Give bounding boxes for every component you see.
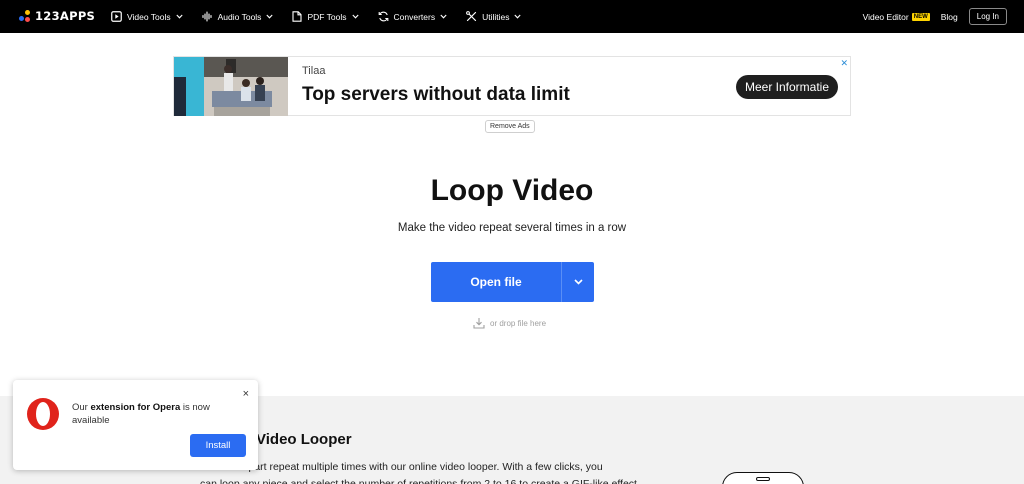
- page-subtitle: Make the video repeat several times in a…: [397, 222, 627, 234]
- nav-video-tools[interactable]: Video Tools: [111, 11, 183, 22]
- nav-utilities[interactable]: Utilities: [466, 11, 522, 22]
- popup-close-icon[interactable]: ×: [243, 388, 249, 400]
- nav-label: Utilities: [482, 11, 510, 22]
- nav-label: Video Tools: [127, 11, 171, 22]
- document-icon: [292, 11, 302, 22]
- drop-zone-hint[interactable]: or drop file here: [473, 317, 546, 329]
- popup-message: Our extension for Opera is now available: [72, 401, 232, 427]
- open-file-label: Open file: [470, 275, 522, 289]
- install-button[interactable]: Install: [190, 434, 246, 457]
- login-button[interactable]: Log In: [968, 8, 1007, 25]
- new-badge: NEW: [911, 12, 930, 21]
- chevron-down-icon: [351, 14, 359, 19]
- popup-text-bold: extension for Opera: [90, 402, 181, 413]
- section-text-line: can loop any piece and select the number…: [200, 478, 640, 484]
- popup-text-start: Our: [72, 402, 91, 413]
- ad-brand: Tilaa: [302, 65, 326, 77]
- waveform-icon: [202, 11, 212, 22]
- ad-banner[interactable]: Tilaa Top servers without data limit Mee…: [173, 56, 851, 116]
- video-editor-label: Video Editor: [862, 11, 909, 22]
- chevron-down-icon: [176, 14, 183, 19]
- opera-logo-icon: [27, 398, 59, 430]
- chevron-down-icon: [514, 14, 522, 19]
- refresh-icon: [378, 11, 388, 22]
- blog-link[interactable]: Blog: [941, 12, 958, 22]
- section-text: ideo or its part repeat multiple times w…: [200, 459, 690, 484]
- nav-converters[interactable]: Converters: [378, 11, 448, 22]
- logo[interactable]: 123APPS: [19, 9, 95, 23]
- ad-headline: Top servers without data limit: [302, 84, 570, 105]
- top-navbar: 123APPS Video Tools Audio Tools PDF Tool…: [0, 0, 1024, 33]
- nav-label: Converters: [393, 11, 436, 22]
- chevron-down-icon: [440, 14, 447, 19]
- nav-label: Audio Tools: [217, 11, 262, 22]
- section-title: Video Looper: [256, 431, 352, 448]
- main-nav: Video Tools Audio Tools PDF Tools Conver…: [111, 0, 540, 33]
- open-file-main[interactable]: Open file: [431, 262, 561, 302]
- logo-text: 123APPS: [35, 9, 96, 23]
- open-file-dropdown[interactable]: [562, 262, 594, 302]
- ad-image: [174, 57, 288, 116]
- nav-pdf-tools[interactable]: PDF Tools: [292, 11, 359, 22]
- opera-extension-popup: Our extension for Opera is now available…: [13, 380, 258, 470]
- section-text-line: ideo or its part repeat multiple times w…: [200, 461, 603, 473]
- drop-text: or drop file here: [490, 318, 547, 328]
- chevron-down-icon: [573, 279, 583, 285]
- ad-close-icon[interactable]: ✕: [840, 58, 848, 69]
- logo-dots-icon: [19, 10, 31, 22]
- nav-label: PDF Tools: [307, 11, 347, 22]
- illustration-detail: [756, 477, 770, 481]
- tools-icon: [466, 11, 477, 22]
- page-title: Loop Video: [430, 174, 594, 207]
- download-icon: [473, 318, 485, 329]
- nav-audio-tools[interactable]: Audio Tools: [202, 11, 274, 22]
- nav-right: Video Editor NEW Blog Log In: [863, 0, 1007, 33]
- chevron-down-icon: [266, 14, 274, 19]
- remove-ads-button[interactable]: Remove Ads: [485, 120, 535, 133]
- play-square-icon: [111, 11, 122, 22]
- video-editor-link[interactable]: Video Editor NEW: [863, 12, 930, 22]
- ad-cta-button[interactable]: Meer Informatie: [735, 75, 838, 99]
- open-file-button[interactable]: Open file: [431, 262, 594, 302]
